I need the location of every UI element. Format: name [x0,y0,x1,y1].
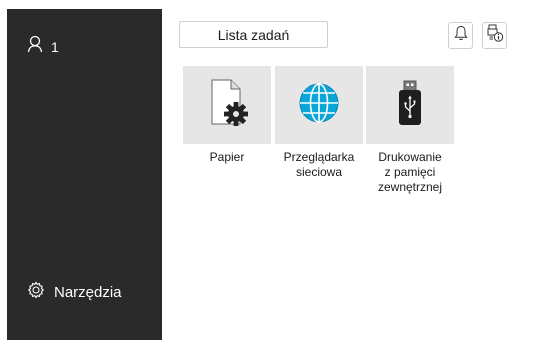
gear-outline-icon [27,281,45,304]
tile-web-browser-image [275,66,363,144]
tile-usb-print[interactable]: Drukowanie z pamięci zewnętrznej [366,66,454,195]
job-list-button[interactable]: Lista zadań [179,21,328,48]
notification-button[interactable] [448,22,473,49]
tools-label: Narzędzia [54,284,122,301]
tile-paper-image [183,66,271,144]
device-info-icon [486,23,504,48]
tile-web-browser[interactable]: Przeglądarka sieciowa [275,66,363,180]
bell-icon [453,25,468,46]
user-icon [27,35,43,58]
device-info-button[interactable] [482,22,507,49]
tile-web-browser-label: Przeglądarka sieciowa [283,150,355,179]
web-browser-globe-icon [297,81,341,130]
tile-usb-print-image [366,66,454,144]
user-button[interactable]: 1 [27,35,59,58]
paper-settings-icon [203,76,251,135]
user-count: 1 [51,38,59,55]
tile-usb-print-label: Drukowanie z pamięci zewnętrznej [377,150,443,194]
usb-memory-icon [395,78,425,133]
sidebar: 1 Narzędzia [7,9,162,340]
tile-paper-label: Papier [209,150,245,164]
tile-paper[interactable]: Papier [183,66,271,165]
tools-button[interactable]: Narzędzia [27,281,122,304]
